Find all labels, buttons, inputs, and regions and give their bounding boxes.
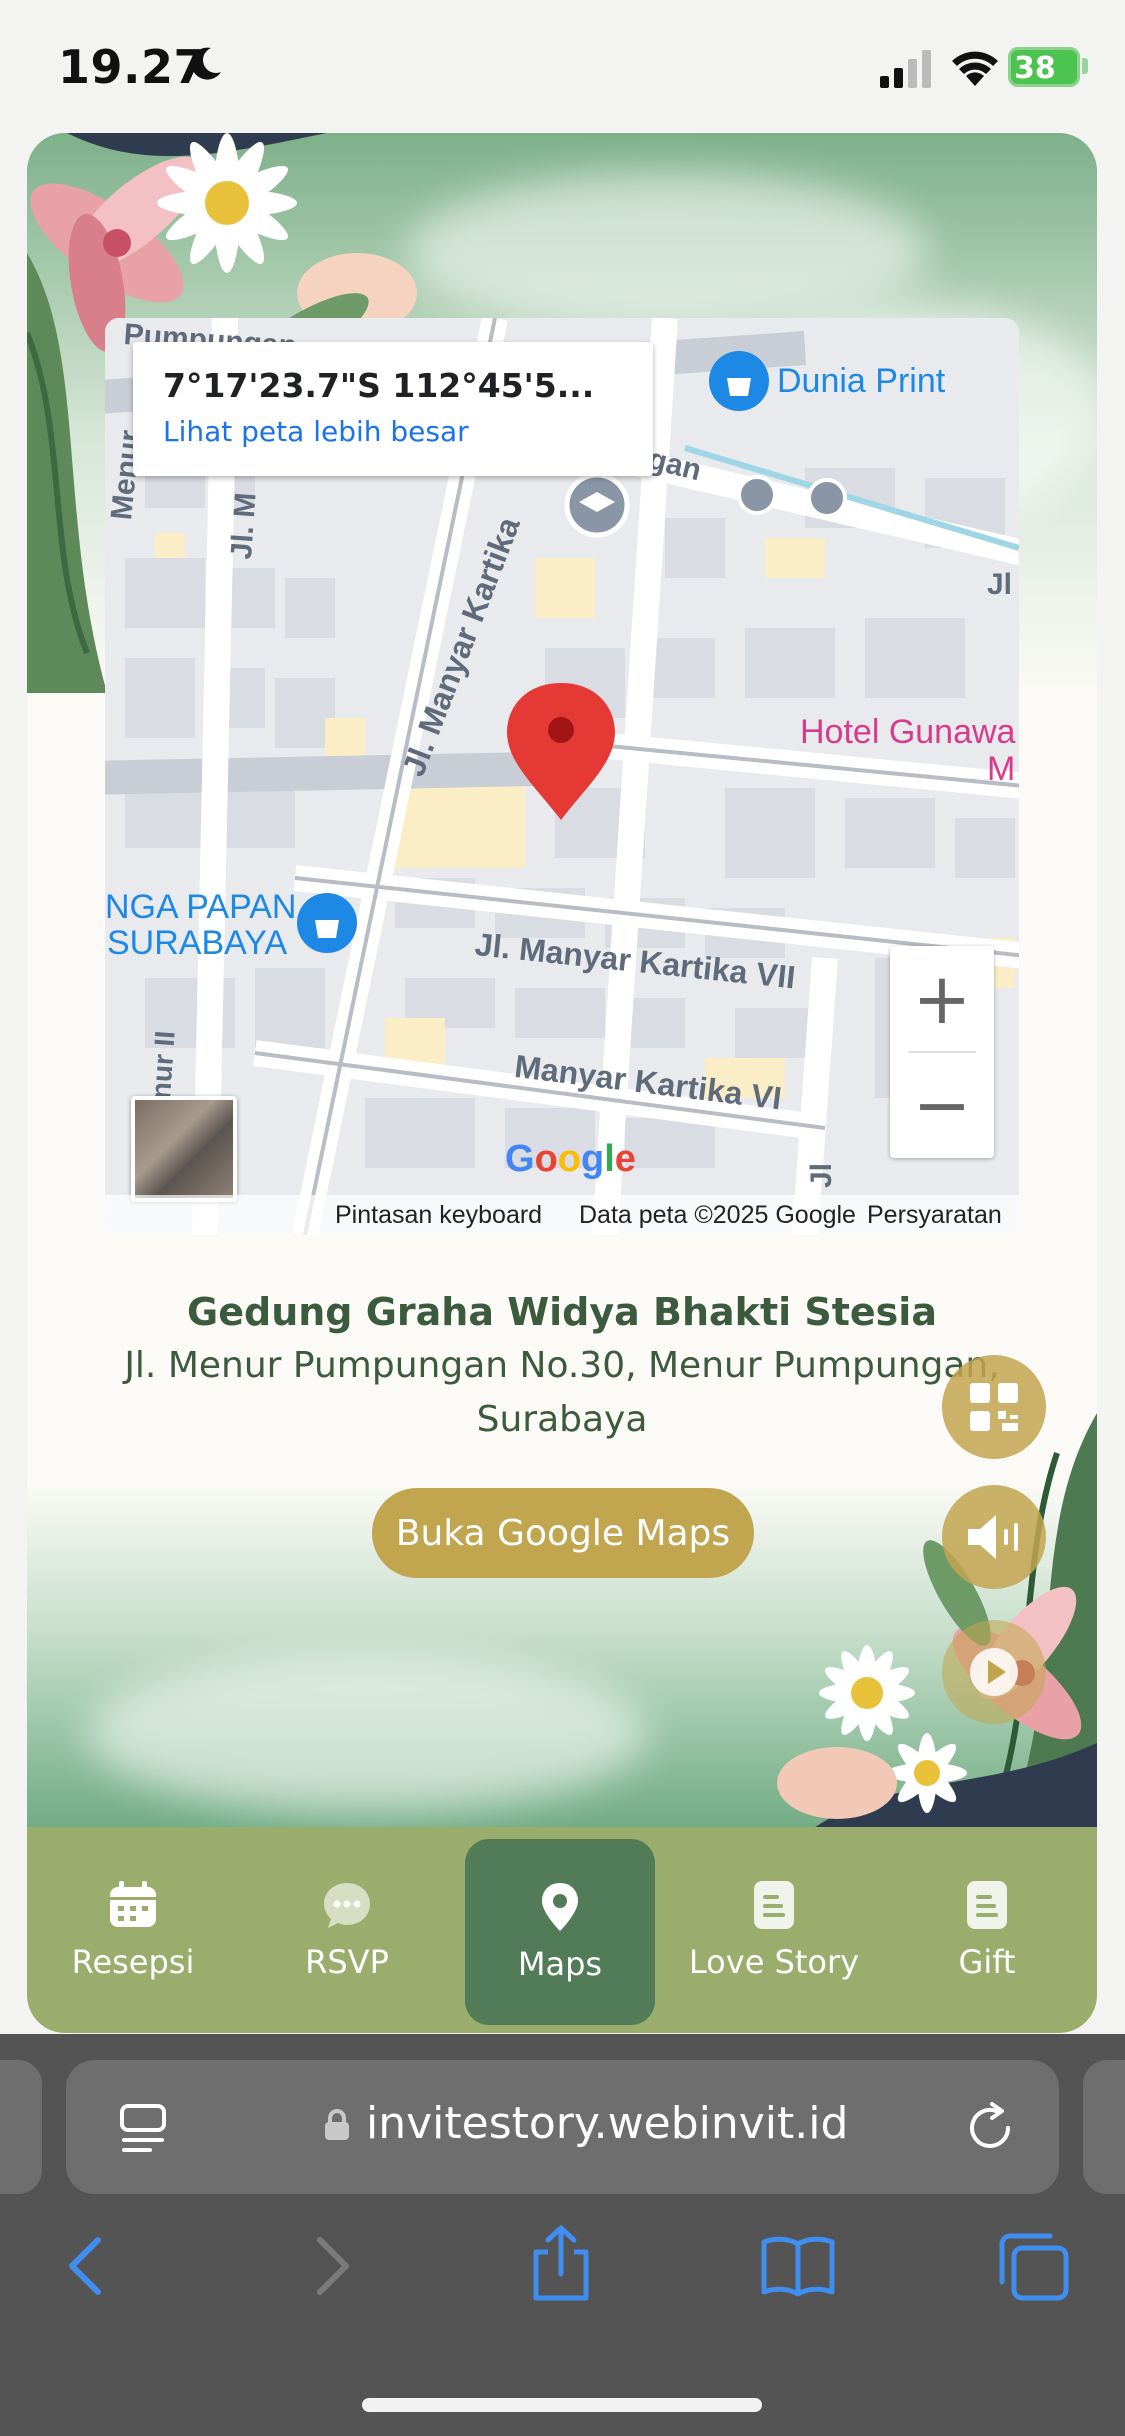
qr-code-button[interactable] (942, 1355, 1046, 1459)
map-pin-icon (542, 1883, 578, 1931)
chat-icon (324, 1883, 370, 1928)
previous-tab-preview[interactable] (0, 2060, 42, 2194)
status-time: 19.27 (58, 40, 207, 94)
tab-label: Maps (517, 1945, 603, 1983)
battery-tip (1082, 58, 1088, 74)
open-google-maps-button[interactable]: Buka Google Maps (372, 1488, 754, 1578)
terms-link[interactable]: Persyaratan (867, 1201, 1002, 1230)
google-logo-letter: G (505, 1138, 535, 1180)
tab-rsvp[interactable]: RSVP (252, 1827, 442, 2033)
tab-label: Love Story (688, 1943, 860, 1981)
cellular-signal-icon (880, 50, 931, 88)
map-label-hotel-2: M (987, 750, 1016, 788)
google-logo-letter: e (614, 1138, 636, 1180)
battery-icon: 38 (1008, 47, 1080, 87)
page-menu-icon[interactable] (118, 2102, 168, 2156)
google-logo-letter: g (581, 1138, 605, 1180)
status-bar: 19.27 38 (0, 0, 1125, 135)
document-icon (967, 1881, 1007, 1929)
map-label-hotel: Hotel Gunawa (800, 713, 1016, 751)
google-map-embed[interactable]: Dunia Print Hotel Gunawa M NGA PAPAN SUR… (105, 318, 1019, 1235)
share-icon[interactable] (528, 2224, 594, 2304)
calendar-icon (110, 1881, 156, 1927)
battery-level: 38 (1014, 51, 1056, 86)
invitation-card: Dunia Print Hotel Gunawa M NGA PAPAN SUR… (27, 133, 1097, 2033)
map-label-street-right: Jl (987, 568, 1013, 601)
back-icon[interactable] (62, 2234, 112, 2298)
tab-maps[interactable]: Maps (465, 1839, 655, 2025)
document-icon (754, 1881, 794, 1929)
tab-label: RSVP (305, 1943, 389, 1981)
speaker-icon (968, 1515, 1018, 1559)
keyboard-shortcuts-link[interactable]: Pintasan keyboard (335, 1201, 542, 1230)
map-coordinates: 7°17'23.7"S 112°45'5... (163, 366, 595, 405)
tab-label: Resepsi (71, 1943, 195, 1981)
zoom-in-button[interactable]: + (890, 946, 994, 1052)
home-indicator[interactable] (362, 2398, 762, 2412)
google-logo: Google (505, 1138, 636, 1181)
tab-love-story[interactable]: Love Story (679, 1827, 869, 2033)
bus-stop-icon[interactable] (737, 475, 777, 515)
map-data-attribution[interactable]: Data peta ©2025 Google (579, 1201, 856, 1230)
google-logo-letter: l (604, 1138, 615, 1180)
qr-code-icon (970, 1383, 1018, 1431)
google-logo-text: Google (505, 1138, 636, 1180)
map-label-street-bottom: Jl (805, 1162, 838, 1188)
map-footer: Pintasan keyboard Data peta ©2025 Google… (105, 1195, 1019, 1235)
map-label-street-left-2: Jl. M (225, 491, 263, 561)
floral-decoration-bottom-right (777, 1413, 1097, 1833)
venue-address: Jl. Menur Pumpungan No.30, Menur Pumpung… (124, 1345, 1000, 1440)
moon-icon (191, 47, 221, 80)
map-label-surabaya: SURABAYA (107, 924, 288, 962)
play-icon (970, 1648, 1018, 1696)
google-logo-letter: o (557, 1138, 581, 1180)
map-label-dunia-print: Dunia Print (777, 362, 946, 400)
tab-label: Gift (958, 1943, 1016, 1981)
tab-gift[interactable]: Gift (892, 1827, 1082, 2033)
map-label-papan: NGA PAPAN (105, 888, 297, 926)
browser-toolbar: invitestory.webinvit.id (0, 2034, 1125, 2436)
tab-resepsi[interactable]: Resepsi (38, 1827, 228, 2033)
url-text[interactable]: invitestory.webinvit.id (366, 2098, 848, 2149)
satellite-view-toggle[interactable] (131, 1096, 237, 1202)
wifi-icon (952, 51, 998, 86)
bus-stop-icon[interactable] (807, 478, 847, 518)
map-info-card: 7°17'23.7"S 112°45'5... Lihat peta lebih… (133, 342, 653, 476)
autoscroll-play-button[interactable] (942, 1620, 1046, 1724)
bottom-tab-bar: Resepsi RSVP Maps Love Story Gift (27, 1827, 1097, 2033)
bookmarks-icon[interactable] (760, 2234, 836, 2298)
view-larger-map-link[interactable]: Lihat peta lebih besar (163, 415, 623, 448)
zoom-controls: + − (890, 946, 994, 1158)
forward-icon[interactable] (306, 2234, 356, 2298)
sound-toggle-button[interactable] (942, 1485, 1046, 1589)
background-cloud (87, 1653, 647, 1813)
address-bar[interactable]: invitestory.webinvit.id (66, 2060, 1059, 2194)
next-tab-preview[interactable] (1083, 2060, 1125, 2194)
reload-icon[interactable] (964, 2102, 1016, 2154)
map-label-street-left-3: nur II (145, 1029, 181, 1101)
lock-icon (325, 2109, 349, 2140)
tabs-icon[interactable] (996, 2232, 1070, 2302)
venue-name: Gedung Graha Widya Bhakti Stesia (187, 1290, 937, 1334)
zoom-out-button[interactable]: − (890, 1052, 994, 1158)
background-cloud (407, 173, 927, 333)
google-logo-letter: o (534, 1138, 558, 1180)
